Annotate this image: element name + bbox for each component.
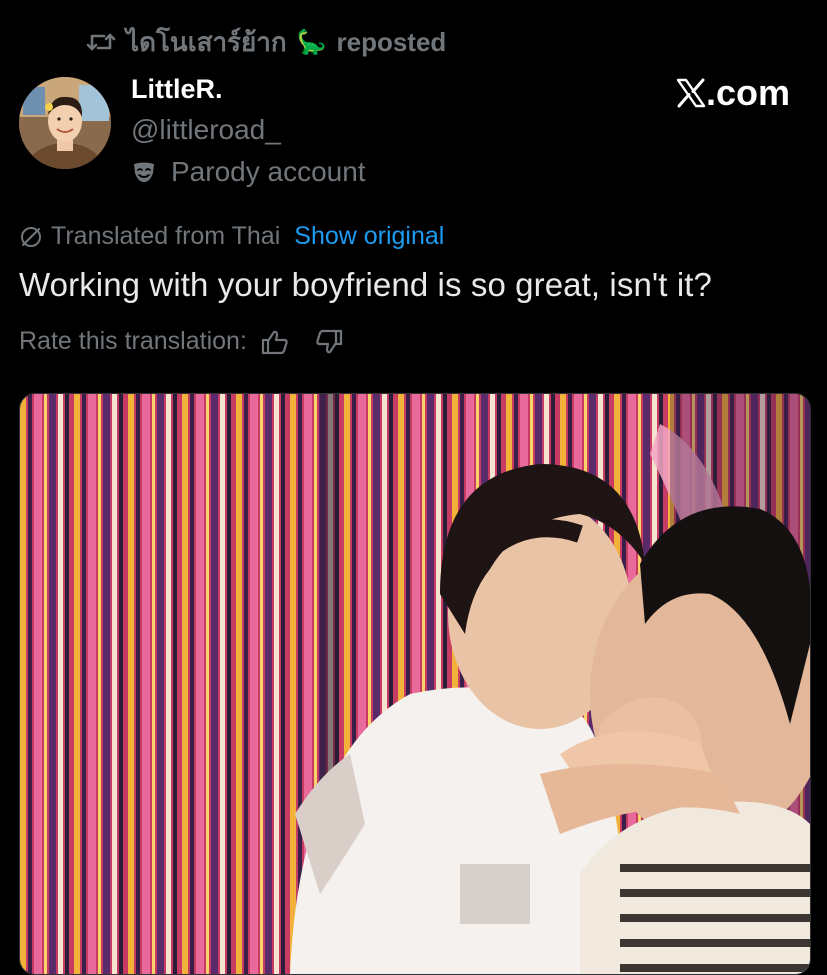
reposted-label: reposted	[336, 26, 447, 57]
x-com-watermark: .com	[676, 72, 790, 114]
repost-icon	[86, 30, 116, 54]
parody-account-text: Parody account	[171, 156, 366, 187]
mask-icon	[131, 160, 157, 184]
rate-translation-label: Rate this translation:	[19, 327, 247, 355]
thumbs-down-icon[interactable]	[315, 329, 343, 355]
rate-translation: Rate this translation:	[19, 327, 343, 356]
translated-from-label: Translated from Thai	[51, 222, 281, 250]
show-original-link[interactable]: Show original	[294, 222, 444, 251]
author-display-name[interactable]: LittleR.	[131, 74, 223, 105]
x-com-text: .com	[705, 72, 790, 113]
tweet-photo[interactable]	[19, 393, 811, 975]
tweet-text: Working with your boyfriend is so great,…	[19, 266, 712, 303]
globe-slash-icon	[19, 225, 43, 249]
thumbs-up-icon[interactable]	[261, 329, 289, 355]
dinosaur-emoji: 🦕	[296, 28, 327, 56]
repost-header[interactable]: ไดโนเสาร์ย้าก 🦕 reposted	[86, 22, 446, 62]
author-handle[interactable]: @littleroad_	[131, 114, 281, 146]
parody-label: Parody account	[131, 156, 366, 188]
x-logo-icon	[676, 78, 706, 108]
translation-notice: Translated from Thai Show original	[19, 222, 444, 251]
avatar[interactable]	[19, 77, 111, 169]
reposter-name[interactable]: ไดโนเสาร์ย้าก	[126, 22, 287, 63]
